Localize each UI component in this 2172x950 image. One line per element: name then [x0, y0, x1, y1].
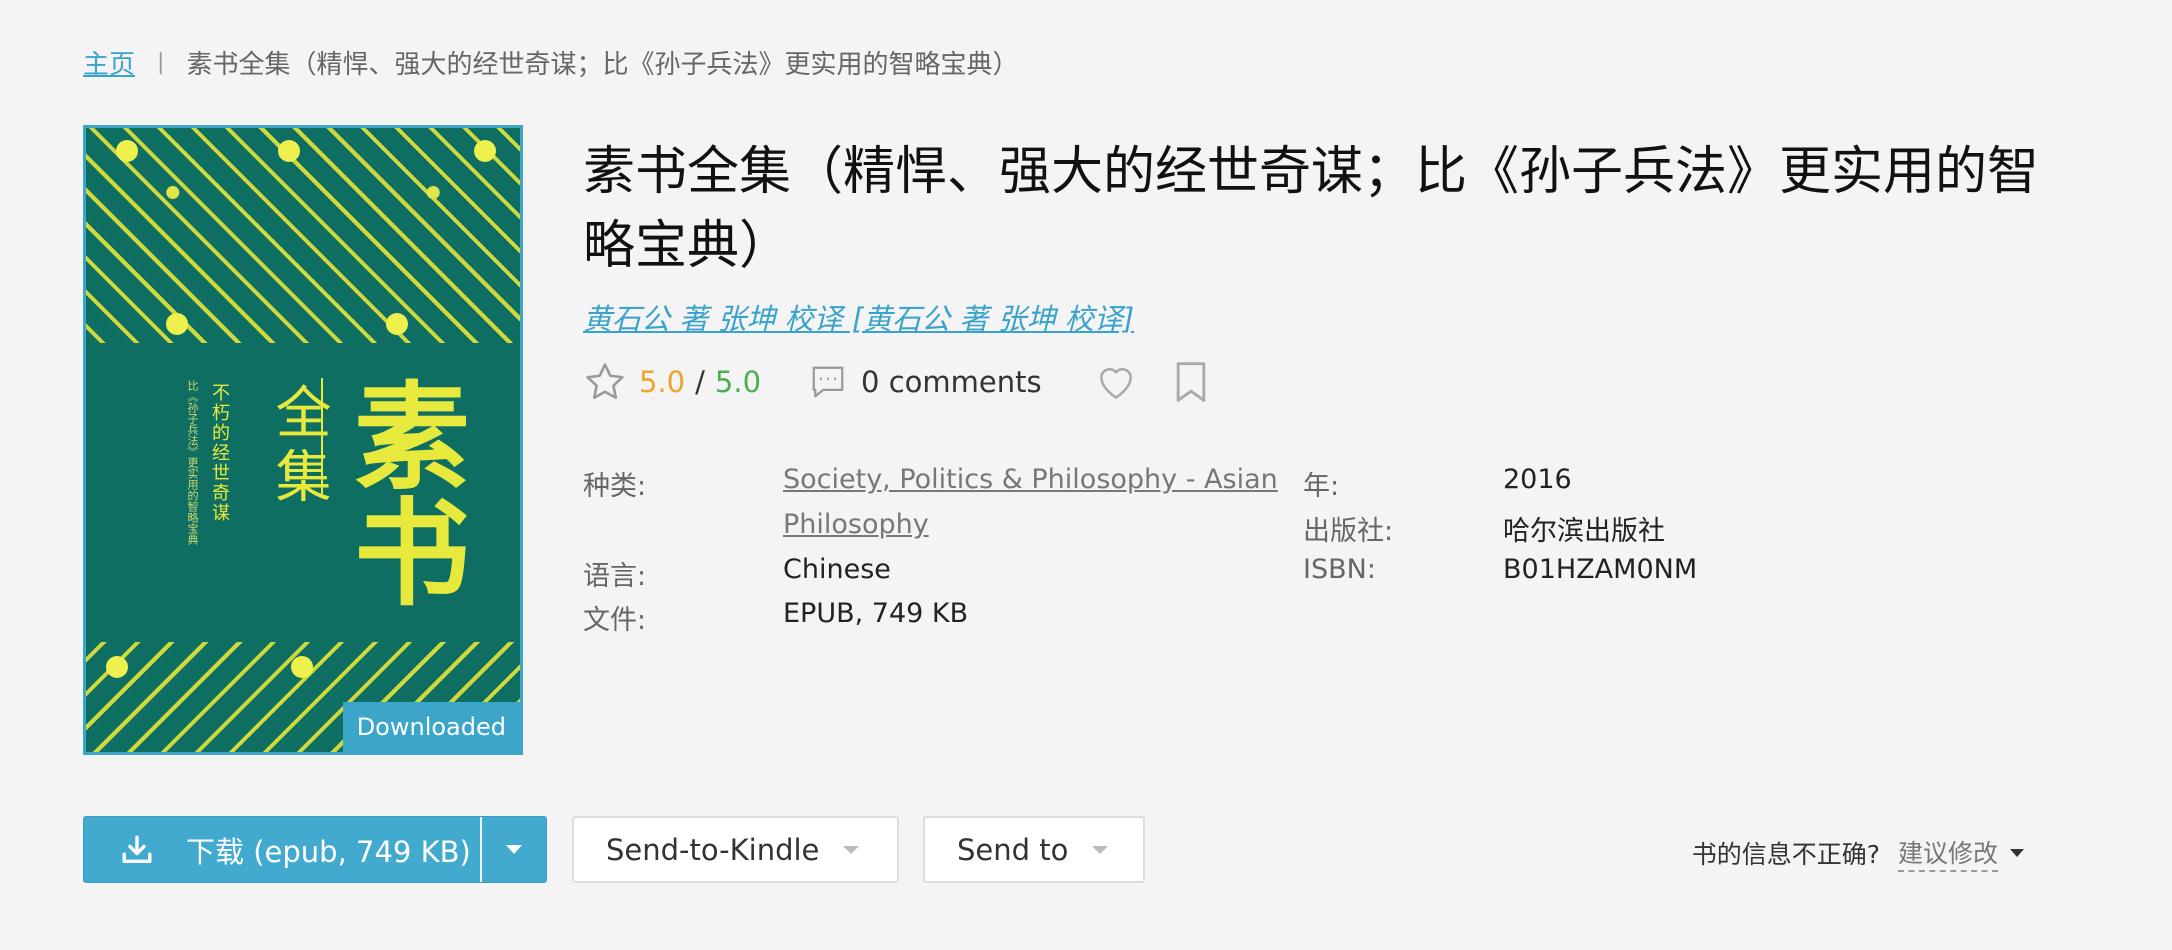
rating-slash: / [695, 365, 705, 399]
category-label: 种类: [583, 471, 647, 502]
cover-title-big: 素书 [334, 376, 470, 608]
suggest-edit-link[interactable]: 建议修改 [1897, 834, 1998, 872]
rating-row: 5.0 / 5.0 0 comments [583, 358, 1208, 406]
isbn-label: ISBN: [1303, 554, 1376, 585]
comment-icon[interactable] [809, 363, 847, 401]
year-label: 年: [1303, 471, 1340, 502]
cover-dot [386, 313, 408, 335]
book-title: 素书全集（精悍、强大的经世奇谋；比《孙子兵法》更实用的智略宝典） [583, 142, 2040, 276]
cover-dot [166, 313, 188, 335]
downloaded-badge: Downloaded [342, 702, 520, 752]
cover-dot [106, 656, 128, 678]
download-button-group: 下载 (epub, 749 KB) [83, 816, 547, 883]
year-value: 2016 [1503, 464, 1572, 495]
send-to-kindle-label: Send-to-Kindle [606, 832, 820, 867]
cover-tagline: 不朽的经世奇谋 [209, 383, 230, 523]
chevron-down-icon [843, 845, 860, 854]
chevron-down-icon [1092, 845, 1109, 854]
cover-divider-line [321, 378, 323, 498]
cover-dot [474, 140, 496, 162]
category-link[interactable]: Society, Politics & Philosophy - Asian [783, 464, 1278, 495]
cover-dot [116, 140, 138, 162]
download-button-label: 下载 (epub, 749 KB) [186, 834, 471, 869]
download-divider [480, 817, 482, 882]
rating-score-secondary: 5.0 [714, 365, 762, 399]
send-to-label: Send to [957, 832, 1069, 867]
language-label: 语言: [583, 561, 647, 592]
publisher-label: 出版社: [1303, 516, 1394, 547]
breadcrumb: 主页 | 素书全集（精悍、强大的经世奇谋；比《孙子兵法》更实用的智略宝典） [83, 44, 1018, 81]
cover-top-ornament [86, 128, 520, 343]
cover-dot [278, 140, 300, 162]
language-value: Chinese [783, 554, 891, 585]
heart-icon[interactable] [1094, 360, 1138, 404]
bookmark-icon[interactable] [1174, 360, 1208, 404]
comments-count[interactable]: 0 comments [861, 365, 1042, 399]
breadcrumb-home-link[interactable]: 主页 [83, 44, 135, 81]
cover-dot [291, 656, 313, 678]
download-options-toggle[interactable] [482, 817, 546, 882]
report-question: 书的信息不正确? [1691, 840, 1880, 869]
breadcrumb-separator: | [157, 50, 165, 75]
report-info: 书的信息不正确? 建议修改 [1692, 834, 2024, 872]
download-icon [122, 835, 152, 863]
file-label: 文件: [583, 605, 647, 636]
file-value: EPUB, 749 KB [783, 598, 969, 629]
publisher-value: 哈尔滨出版社 [1503, 516, 1665, 547]
book-authors-link[interactable]: 黄石公 著 张坤 校译 [黄石公 著 张坤 校译] [583, 296, 1134, 338]
send-to-button[interactable]: Send to [923, 816, 1145, 883]
send-to-kindle-button[interactable]: Send-to-Kindle [572, 816, 899, 883]
breadcrumb-current: 素书全集（精悍、强大的经世奇谋；比《孙子兵法》更实用的智略宝典） [186, 50, 1019, 80]
isbn-value: B01HZAM0NM [1503, 554, 1698, 585]
book-cover[interactable]: 全集 素书 不朽的经世奇谋 比《孙子兵法》更实用的智略宝典 Downloaded [83, 125, 523, 755]
cover-subline: 比《孙子兵法》更实用的智略宝典 [186, 380, 199, 545]
rating-score-primary: 5.0 [639, 365, 686, 399]
cover-title-small: 全集 [266, 383, 331, 511]
category-link-continued[interactable]: Philosophy [783, 509, 929, 540]
chevron-down-icon [506, 845, 522, 854]
star-outline-icon[interactable] [583, 360, 627, 404]
download-button[interactable]: 下载 (epub, 749 KB) [84, 817, 480, 882]
chevron-down-icon[interactable] [2010, 849, 2024, 857]
